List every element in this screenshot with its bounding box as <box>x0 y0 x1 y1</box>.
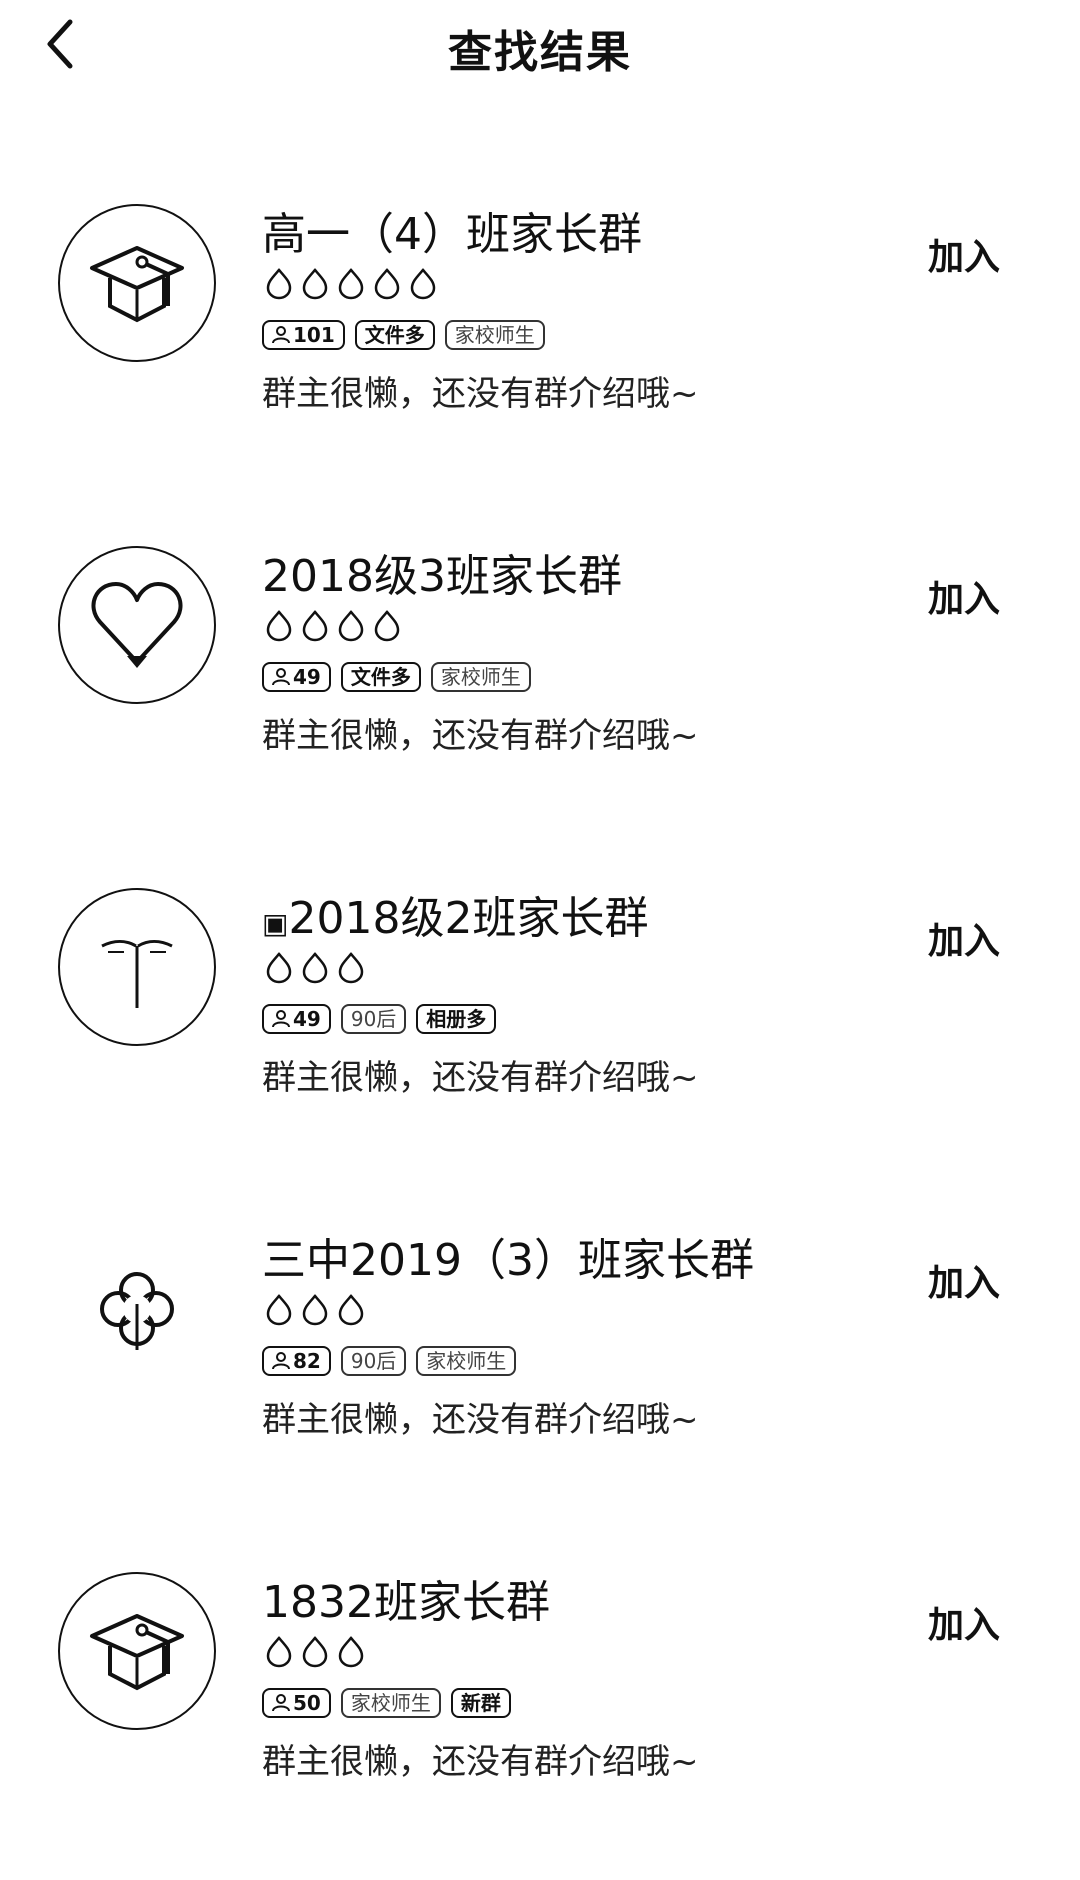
graduation-cap-icon <box>90 246 184 323</box>
flame-icon <box>302 1294 328 1326</box>
group-intro: 群主很懒，还没有群介绍哦~ <box>262 1058 699 1098</box>
member-count-tag: 82 <box>262 1346 331 1376</box>
group-intro: 群主很懒，还没有群介绍哦~ <box>262 1400 699 1440</box>
join-button[interactable]: 加入 <box>920 906 1008 970</box>
heart-icon <box>91 582 183 668</box>
flame-icon <box>338 1294 364 1326</box>
group-item[interactable]: 高一（4）班家长群 101 文件多 家校师生 群主很懒，还没有群介绍哦~ 加入 <box>0 170 1080 512</box>
tag: 家校师生 <box>340 1688 441 1718</box>
tag: 文件多 <box>354 320 435 350</box>
group-item[interactable]: ▣2018级2班家长群 49 90后 相册多 群主很懒，还没有群介绍哦~ 加入 <box>0 854 1080 1196</box>
flame-icon <box>302 952 328 984</box>
heat-rating <box>262 608 404 642</box>
member-count: 101 <box>293 323 335 347</box>
flame-icon <box>266 1636 292 1668</box>
flame-icon <box>302 1636 328 1668</box>
flame-icon <box>266 952 292 984</box>
tag-list: 82 90后 家校师生 <box>262 1346 517 1376</box>
group-intro: 群主很懒，还没有群介绍哦~ <box>262 374 699 414</box>
flame-icon <box>266 268 292 300</box>
group-avatar <box>58 888 216 1046</box>
heat-rating <box>262 1292 368 1326</box>
group-intro: 群主很懒，还没有群介绍哦~ <box>262 1742 699 1782</box>
join-button[interactable]: 加入 <box>920 1590 1008 1654</box>
person-icon <box>272 668 290 686</box>
flame-icon <box>338 268 364 300</box>
join-button[interactable]: 加入 <box>920 564 1008 628</box>
tag: 90后 <box>340 1004 407 1034</box>
group-item[interactable]: 2018级3班家长群 49 文件多 家校师生 群主很懒，还没有群介绍哦~ 加入 <box>0 512 1080 854</box>
heat-rating <box>262 266 440 300</box>
tag: 家校师生 <box>430 662 531 692</box>
group-avatar <box>58 204 216 362</box>
flame-icon <box>338 610 364 642</box>
member-count-tag: 49 <box>262 1004 331 1034</box>
person-icon <box>272 1352 290 1370</box>
tag: 文件多 <box>340 662 421 692</box>
group-item[interactable]: 三中2019（3）班家长群 82 90后 家校师生 群主很懒，还没有群介绍哦~ … <box>0 1196 1080 1538</box>
tag: 新群 <box>450 1688 511 1718</box>
tag-list: 49 90后 相册多 <box>262 1004 497 1034</box>
heat-rating <box>262 1634 368 1668</box>
tag: 90后 <box>340 1346 407 1376</box>
person-icon <box>272 326 290 344</box>
tag: 家校师生 <box>416 1346 517 1376</box>
group-list: 高一（4）班家长群 101 文件多 家校师生 群主很懒，还没有群介绍哦~ 加入 <box>0 170 1080 1880</box>
page-title: 查找结果 <box>448 27 632 78</box>
member-count-tag: 49 <box>262 662 331 692</box>
top-bar: 查找结果 <box>0 0 1080 90</box>
flame-icon <box>410 268 436 300</box>
member-count: 49 <box>293 1007 321 1031</box>
heat-rating <box>262 950 368 984</box>
flame-icon <box>302 268 328 300</box>
flame-icon <box>266 610 292 642</box>
person-icon <box>272 1010 290 1028</box>
group-avatar <box>58 546 216 704</box>
join-button[interactable]: 加入 <box>920 1248 1008 1312</box>
group-name: 三中2019（3）班家长群 <box>262 1235 754 1286</box>
flame-icon <box>338 1636 364 1668</box>
person-icon <box>272 1694 290 1712</box>
flame-icon <box>374 268 400 300</box>
group-item[interactable]: 1832班家长群 50 家校师生 新群 群主很懒，还没有群介绍哦~ 加入 <box>0 1538 1080 1880</box>
member-count-tag: 50 <box>262 1688 331 1718</box>
group-name: 1832班家长群 <box>262 1577 550 1628</box>
flame-icon <box>338 952 364 984</box>
group-name: ▣2018级2班家长群 <box>262 882 648 946</box>
graduation-cap-icon <box>90 1614 184 1691</box>
lamp-icon <box>101 940 173 1008</box>
group-intro: 群主很懒，还没有群介绍哦~ <box>262 716 699 756</box>
group-avatar <box>58 1572 216 1730</box>
group-name: 高一（4）班家长群 <box>262 209 642 260</box>
tag-list: 101 文件多 家校师生 <box>262 320 545 350</box>
group-name-text: 2018级2班家长群 <box>288 893 649 944</box>
member-count-tag: 101 <box>262 320 345 350</box>
clover-icon <box>100 1272 174 1350</box>
tag: 相册多 <box>416 1004 497 1034</box>
member-count: 49 <box>293 665 321 689</box>
group-name: 2018级3班家长群 <box>262 551 622 602</box>
tag: 家校师生 <box>444 320 545 350</box>
flame-icon <box>302 610 328 642</box>
member-count: 50 <box>293 1691 321 1715</box>
join-button[interactable]: 加入 <box>920 222 1008 286</box>
member-count: 82 <box>293 1349 321 1373</box>
flame-icon <box>266 1294 292 1326</box>
group-name-prefix-icon: ▣ <box>262 907 289 940</box>
tag-list: 49 文件多 家校师生 <box>262 662 531 692</box>
tag-list: 50 家校师生 新群 <box>262 1688 511 1718</box>
group-avatar <box>58 1230 216 1388</box>
flame-icon <box>374 610 400 642</box>
